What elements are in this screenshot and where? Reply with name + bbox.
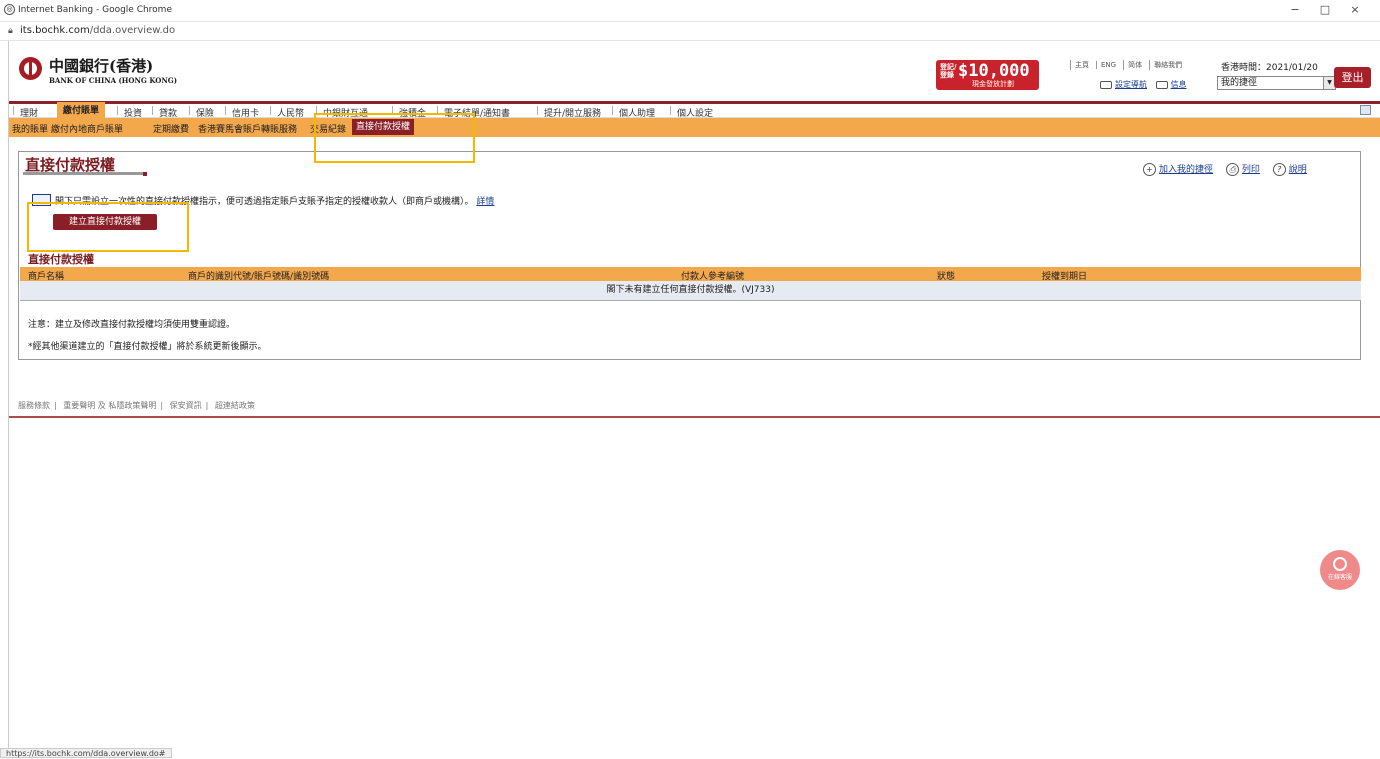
terms-link[interactable]: 服務條款 [18,401,50,410]
promo-line1: 登記/ [940,63,957,71]
subnav-hkjc-transfer[interactable]: 香港賽馬會賬戶轉賬服務 [198,122,297,135]
url-host: its.bochk.com [20,25,90,36]
envelope-icon [1155,80,1168,89]
highlight-create-button [27,202,189,252]
footer-links: 服務條款 | 重要聲明 及 私隱政策聲明 | 保安資訊 | 超連結政策 [18,400,259,411]
quick-links: 設定導航 信息 [1100,79,1193,90]
main-nav: 理財 繳付賬單 投資 貸款 保險 信用卡 人民幣 中銀財互通 強積金 電子結單/… [9,101,1380,120]
maximize-button[interactable]: □ [1310,3,1340,16]
status-bar-url: https://its.bochk.com/dda.overview.do# [0,748,172,758]
simplified-chinese-link[interactable]: 简体 [1123,60,1147,70]
note-other-channels: *經其他渠道建立的「直接付款授權」將於系統更新後顯示。 [28,342,267,352]
disclaimer-link[interactable]: 重要聲明 及 私隱政策聲明 [63,401,156,410]
browser-title-bar: ◎ Internet Banking - Google Chrome − □ × [0,0,1380,22]
chrome-globe-icon: ◎ [4,4,15,15]
print-link[interactable]: ⎙ 列印 [1225,163,1260,176]
footer-separator: | [205,401,209,410]
title-underline [23,172,143,175]
messages-label: 信息 [1170,80,1187,89]
details-link[interactable]: 詳情 [476,197,494,207]
subnav-mainland-merchant[interactable]: 繳付內地商戶賬單 [51,122,123,135]
promo-caption: 現金發放計劃 [972,80,1014,88]
help-icon: ? [1272,163,1286,176]
address-bar[interactable]: 🔒︎ its.bochk.com/dda.overview.do [0,22,1380,41]
contact-us-link[interactable]: 聯絡我們 [1149,60,1187,70]
table-divider [20,300,1361,301]
subnav-my-bills[interactable]: 我的賬單 [12,122,48,135]
close-button[interactable]: × [1340,3,1370,16]
add-shortcut-link[interactable]: + 加入我的捷徑 [1143,163,1214,176]
top-links: 主頁 ENG 简体 聯絡我們 [1070,60,1189,70]
boc-logo-icon [19,57,42,80]
hyperlink-policy-link[interactable]: 超連結政策 [215,401,255,410]
section-title: 直接付款授權 [28,253,94,266]
messages-link[interactable]: 信息 [1155,80,1187,89]
help-link[interactable]: ? 說明 [1272,163,1307,176]
my-shortcut-select[interactable]: 我的捷徑 ▼ [1217,76,1336,90]
subnav-scheduled-payment[interactable]: 定期繳費 [153,122,189,135]
window-title: Internet Banking - Google Chrome [18,5,172,15]
url-text[interactable]: its.bochk.com/dda.overview.do [20,25,175,36]
collapse-menu-icon[interactable] [1360,105,1371,115]
lock-icon: 🔒︎ [8,26,13,36]
table-header: 商戶名稱 商戶的識別代號/賬戶號碼/識別號碼 付款人參考編號 狀態 授權到期日 [20,267,1361,282]
page-tools: + 加入我的捷徑 ⎙ 列印 ? 說明 [1143,162,1317,176]
home-link[interactable]: 主頁 [1070,60,1094,70]
help-label: 說明 [1288,165,1307,175]
promo-banner[interactable]: 登記/登錄 $10,000 現金發放計劃 [936,60,1039,90]
chat-label: 在線客服 [1327,574,1352,581]
set-navigation-link[interactable]: 設定導航 [1100,80,1147,89]
page-viewport: 中國銀行(香港) BANK OF CHINA (HONG KONG) 登記/登錄… [8,41,1380,758]
note-two-factor: 注意：建立及修改直接付款授權均須使用雙重認證。 [28,320,236,330]
chat-icon [1333,557,1347,571]
print-label: 列印 [1241,165,1260,175]
plus-icon: + [1143,163,1156,176]
my-shortcut-value: 我的捷徑 [1221,78,1258,88]
window-controls: − □ × [1280,3,1370,16]
glasses-icon [1100,80,1112,89]
footer-separator: | [54,401,57,410]
bank-name-en: BANK OF CHINA (HONG KONG) [49,76,178,85]
sub-nav: 我的賬單 繳付內地商戶賬單 定期繳費 香港賽馬會賬戶轉賬服務 交易紀錄 直接付款… [9,118,1380,137]
logout-button[interactable]: 登出 [1334,67,1371,88]
promo-register: 登記/登錄 [940,63,957,79]
live-chat-button[interactable]: 在線客服 [1320,550,1360,590]
promo-amount: $10,000 [958,61,1030,81]
printer-icon: ⎙ [1225,163,1239,176]
footer-line [9,416,1380,418]
set-navigation-label: 設定導航 [1115,80,1147,89]
promo-line2: 登錄 [940,71,954,79]
title-accent [143,172,147,176]
minimize-button[interactable]: − [1280,3,1310,16]
footer-separator: | [160,401,164,410]
security-link[interactable]: 保安資訊 [170,401,202,410]
bank-name-cn: 中國銀行(香港) [49,57,154,75]
highlight-subnav-tab [314,113,475,163]
eng-link[interactable]: ENG [1096,61,1121,69]
url-path: /dda.overview.do [89,25,176,36]
add-shortcut-label: 加入我的捷徑 [1159,165,1214,175]
main-content: 直接付款授權 + 加入我的捷徑 ⎙ 列印 ? 說明 閣下只需設立一次性的直接付款授權指… [18,151,1361,360]
empty-table-message: 閣下未有建立任何直接付款授權。(VJ733) [20,281,1361,300]
hk-time: 香港時間：2021/01/20 [1221,63,1318,73]
